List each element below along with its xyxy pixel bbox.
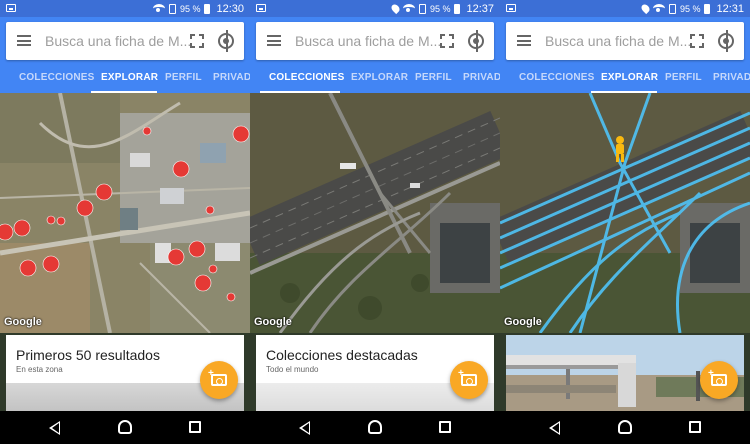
app-bar: Busca una ficha de M... COLECCIONES EXPL… xyxy=(250,17,500,93)
tab-colecciones[interactable]: COLECCIONES xyxy=(19,72,95,83)
google-logo: Google xyxy=(4,316,42,328)
android-nav-bar xyxy=(0,411,250,444)
tab-explorar[interactable]: EXPLORAR xyxy=(351,72,408,83)
back-icon[interactable] xyxy=(49,421,60,435)
clock: 12:30 xyxy=(216,2,244,15)
add-photo-button[interactable]: + xyxy=(700,361,738,399)
battery-percent: 95 % xyxy=(679,3,701,14)
tab-explorar[interactable]: EXPLORAR xyxy=(101,72,158,83)
home-icon[interactable] xyxy=(618,420,632,434)
sim-icon xyxy=(418,3,426,14)
menu-icon[interactable] xyxy=(517,35,531,46)
recents-icon[interactable] xyxy=(439,421,451,433)
card-title: Primeros 50 resultados xyxy=(16,347,160,363)
camera-icon xyxy=(461,374,477,386)
add-photo-button[interactable]: + xyxy=(200,361,238,399)
app-bar: Busca una ficha de M... COLECCIONES EXPL… xyxy=(500,17,750,93)
screen-collections: 95 % 12:37 Busca una ficha de M... COLEC… xyxy=(250,0,500,444)
status-bar: 95 % 12:31 xyxy=(500,0,750,17)
card-subtitle: En esta zona xyxy=(16,365,63,374)
map-view[interactable] xyxy=(250,93,500,333)
location-pin-icon xyxy=(389,2,402,15)
recents-icon[interactable] xyxy=(189,421,201,433)
notification-image-icon xyxy=(6,4,16,12)
clock: 12:31 xyxy=(716,2,744,15)
battery-percent: 95 % xyxy=(429,3,451,14)
tab-perfil[interactable]: PERFIL xyxy=(165,72,202,83)
fullscreen-icon[interactable] xyxy=(190,34,204,48)
search-box[interactable]: Busca una ficha de M... xyxy=(6,22,244,60)
screen-explore-results: 95 % 12:30 Busca una ficha de M... COLEC… xyxy=(0,0,250,444)
tab-explorar[interactable]: EXPLORAR xyxy=(601,72,658,83)
camera-icon xyxy=(711,374,727,386)
battery-percent: 95 % xyxy=(179,3,201,14)
app-bar: Busca una ficha de M... COLECCIONES EXPL… xyxy=(0,17,250,93)
battery-icon xyxy=(204,3,211,14)
wifi-icon xyxy=(652,4,665,13)
location-pin-icon xyxy=(639,2,652,15)
camera-icon xyxy=(211,374,227,386)
google-logo: Google xyxy=(504,316,542,328)
screens-container: 95 % 12:30 Busca una ficha de M... COLEC… xyxy=(0,0,750,444)
fullscreen-icon[interactable] xyxy=(690,34,704,48)
card-title: Colecciones destacadas xyxy=(266,347,418,363)
menu-icon[interactable] xyxy=(267,35,281,46)
tab-bar: COLECCIONES EXPLORAR PERFIL PRIVADA xyxy=(0,65,250,93)
notification-image-icon xyxy=(506,4,516,12)
map-view[interactable] xyxy=(500,93,750,333)
fullscreen-icon[interactable] xyxy=(440,34,454,48)
search-input[interactable]: Busca una ficha de M... xyxy=(45,33,191,49)
tab-bar: COLECCIONES EXPLORAR PERFIL PRIVADA xyxy=(500,65,750,93)
my-location-icon[interactable] xyxy=(468,30,484,52)
screen-street-view: 95 % 12:31 Busca una ficha de M... COLEC… xyxy=(500,0,750,444)
my-location-icon[interactable] xyxy=(718,30,734,52)
status-bar: 95 % 12:30 xyxy=(0,0,250,17)
wifi-icon xyxy=(152,4,165,13)
tab-colecciones[interactable]: COLECCIONES xyxy=(269,72,345,83)
home-icon[interactable] xyxy=(368,420,382,434)
wifi-icon xyxy=(402,4,415,13)
status-bar: 95 % 12:37 xyxy=(250,0,500,17)
search-input[interactable]: Busca una ficha de M... xyxy=(545,33,691,49)
search-box[interactable]: Busca una ficha de M... xyxy=(506,22,744,60)
tab-colecciones[interactable]: COLECCIONES xyxy=(519,72,595,83)
sim-icon xyxy=(168,3,176,14)
tab-perfil[interactable]: PERFIL xyxy=(665,72,702,83)
clock: 12:37 xyxy=(466,2,494,15)
menu-icon[interactable] xyxy=(17,35,31,46)
home-icon[interactable] xyxy=(118,420,132,434)
tab-privada[interactable]: PRIVADA xyxy=(463,72,500,83)
battery-icon xyxy=(704,3,711,14)
battery-icon xyxy=(454,3,461,14)
google-logo: Google xyxy=(254,316,292,328)
android-nav-bar xyxy=(500,411,750,444)
tab-privada[interactable]: PRIVADA xyxy=(713,72,750,83)
tab-bar: COLECCIONES EXPLORAR PERFIL PRIVADA xyxy=(250,65,500,93)
back-icon[interactable] xyxy=(549,421,560,435)
tab-privada[interactable]: PRIVADA xyxy=(213,72,250,83)
card-subtitle: Todo el mundo xyxy=(266,365,319,374)
map-view[interactable] xyxy=(0,93,250,333)
back-icon[interactable] xyxy=(299,421,310,435)
search-box[interactable]: Busca una ficha de M... xyxy=(256,22,494,60)
sim-icon xyxy=(668,3,676,14)
recents-icon[interactable] xyxy=(689,421,701,433)
notification-image-icon xyxy=(256,4,266,12)
my-location-icon[interactable] xyxy=(218,30,234,52)
search-input[interactable]: Busca una ficha de M... xyxy=(295,33,441,49)
add-photo-button[interactable]: + xyxy=(450,361,488,399)
android-nav-bar xyxy=(250,411,500,444)
tab-perfil[interactable]: PERFIL xyxy=(415,72,452,83)
